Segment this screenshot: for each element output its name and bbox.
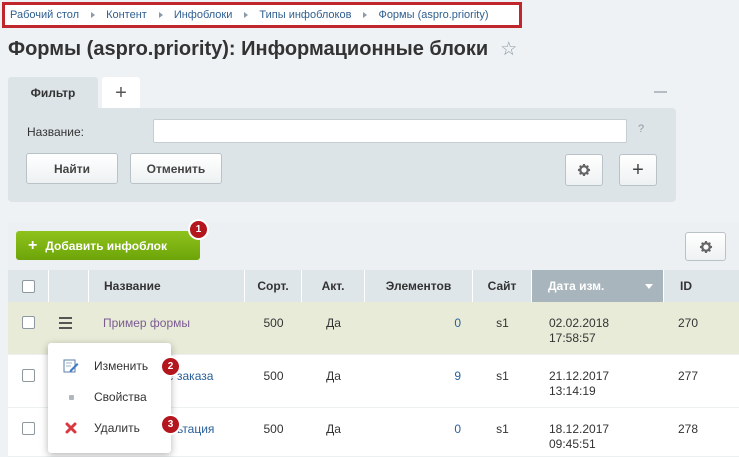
chevron-right-icon	[363, 12, 368, 18]
row-date-day: 02.02.2018	[549, 316, 610, 330]
filter-tabs: Фильтр +	[8, 77, 140, 109]
row-date: 18.12.2017 09:45:51	[532, 408, 664, 456]
row-elements[interactable]: 0	[365, 302, 473, 354]
row-sort: 500	[263, 316, 284, 330]
delete-icon	[48, 422, 94, 434]
find-button[interactable]: Найти	[26, 153, 118, 184]
collapse-icon[interactable]	[654, 91, 667, 93]
row-date-time: 13:14:19	[549, 384, 596, 398]
row-date-day: 18.12.2017	[549, 422, 610, 436]
row-date-time: 09:45:51	[549, 437, 596, 451]
column-header-sort[interactable]: Сорт.	[245, 270, 302, 302]
row-active: Да	[326, 369, 341, 383]
row-active: Да	[326, 316, 341, 330]
list-settings-button[interactable]	[685, 232, 726, 261]
name-filter-input[interactable]	[153, 119, 627, 143]
row-elements[interactable]: 9	[365, 355, 473, 407]
row-site: s1	[496, 369, 509, 383]
breadcrumb: Рабочий стол Контент Инфоблоки Типы инфо…	[2, 2, 522, 28]
sort-desc-icon	[645, 283, 653, 289]
row-checkbox[interactable]	[22, 422, 35, 435]
column-header-id[interactable]: ID	[664, 270, 739, 302]
row-checkbox-cell	[8, 302, 49, 354]
row-date-day: 21.12.2017	[549, 369, 610, 383]
column-header-date[interactable]: Дата изм.	[532, 270, 664, 302]
add-infoblock-label: Добавить инфоблок	[45, 238, 168, 253]
breadcrumb-item[interactable]: Типы инфоблоков	[259, 9, 351, 21]
row-active: Да	[326, 422, 341, 436]
chevron-right-icon	[91, 12, 96, 18]
row-sort: 500	[263, 369, 284, 383]
breadcrumb-item[interactable]: Инфоблоки	[174, 9, 233, 21]
add-filter-field-button[interactable]: +	[619, 154, 657, 186]
page-title-text: Формы (aspro.priority): Информационные б…	[8, 38, 489, 60]
column-header-site[interactable]: Сайт	[473, 270, 532, 302]
breadcrumb-item[interactable]: Контент	[106, 9, 147, 21]
row-site: s1	[496, 422, 509, 436]
row-id: 277	[678, 369, 699, 383]
help-icon[interactable]: ?	[638, 123, 644, 135]
actions-column-header	[49, 270, 89, 302]
row-sort: 500	[263, 422, 284, 436]
row-date: 02.02.2018 17:58:57	[532, 302, 664, 354]
step-badge-2: 2	[160, 356, 181, 377]
column-header-name[interactable]: Название	[89, 270, 245, 302]
column-header-date-label: Дата изм.	[548, 279, 605, 293]
name-filter-label: Название:	[27, 125, 84, 139]
row-menu-icon[interactable]	[59, 317, 72, 329]
row-elements[interactable]: 0	[365, 408, 473, 456]
select-all-checkbox[interactable]	[21, 279, 35, 293]
edit-icon	[48, 358, 94, 374]
gear-icon	[699, 240, 712, 253]
cancel-button[interactable]: Отменить	[130, 153, 222, 184]
row-context-menu: Изменить Свойства Удалить	[48, 343, 171, 453]
chevron-right-icon	[158, 12, 163, 18]
column-header-active[interactable]: Акт.	[302, 270, 365, 302]
row-id: 270	[678, 316, 699, 330]
star-icon[interactable]: ☆	[500, 38, 517, 61]
page-title: Формы (aspro.priority): Информационные б…	[8, 38, 517, 61]
bullet-icon	[48, 394, 94, 400]
gear-icon	[577, 163, 591, 177]
step-badge-1: 1	[188, 219, 209, 240]
tab-filter[interactable]: Фильтр	[8, 77, 98, 109]
menu-item-properties[interactable]: Свойства	[48, 382, 171, 412]
row-site: s1	[496, 316, 509, 330]
row-id: 278	[678, 422, 699, 436]
chevron-right-icon	[244, 12, 249, 18]
select-all-cell	[8, 270, 49, 302]
breadcrumb-item[interactable]: Рабочий стол	[10, 9, 79, 21]
row-checkbox[interactable]	[22, 369, 35, 382]
column-header-elements[interactable]: Элементов	[365, 270, 473, 302]
row-date: 21.12.2017 13:14:19	[532, 355, 664, 407]
menu-item-label: Свойства	[94, 390, 147, 404]
menu-item-edit[interactable]: Изменить	[48, 351, 171, 381]
menu-item-label: Удалить	[94, 421, 140, 435]
menu-item-delete[interactable]: Удалить	[48, 413, 171, 443]
step-badge-3: 3	[160, 414, 181, 435]
breadcrumb-item[interactable]: Формы (aspro.priority)	[378, 9, 488, 21]
row-checkbox[interactable]	[22, 316, 35, 329]
menu-item-label: Изменить	[94, 359, 149, 373]
add-filter-tab-button[interactable]: +	[102, 77, 140, 109]
row-checkbox-cell	[8, 355, 49, 407]
filter-settings-button[interactable]	[565, 154, 603, 186]
plus-icon: +	[28, 236, 38, 254]
row-date-time: 17:58:57	[549, 331, 596, 345]
filter-panel: Название: ? Найти Отменить +	[8, 108, 676, 202]
add-infoblock-button[interactable]: + Добавить инфоблок	[16, 231, 200, 260]
row-checkbox-cell	[8, 408, 49, 456]
table-header: Название Сорт. Акт. Элементов Сайт Дата …	[8, 270, 739, 302]
